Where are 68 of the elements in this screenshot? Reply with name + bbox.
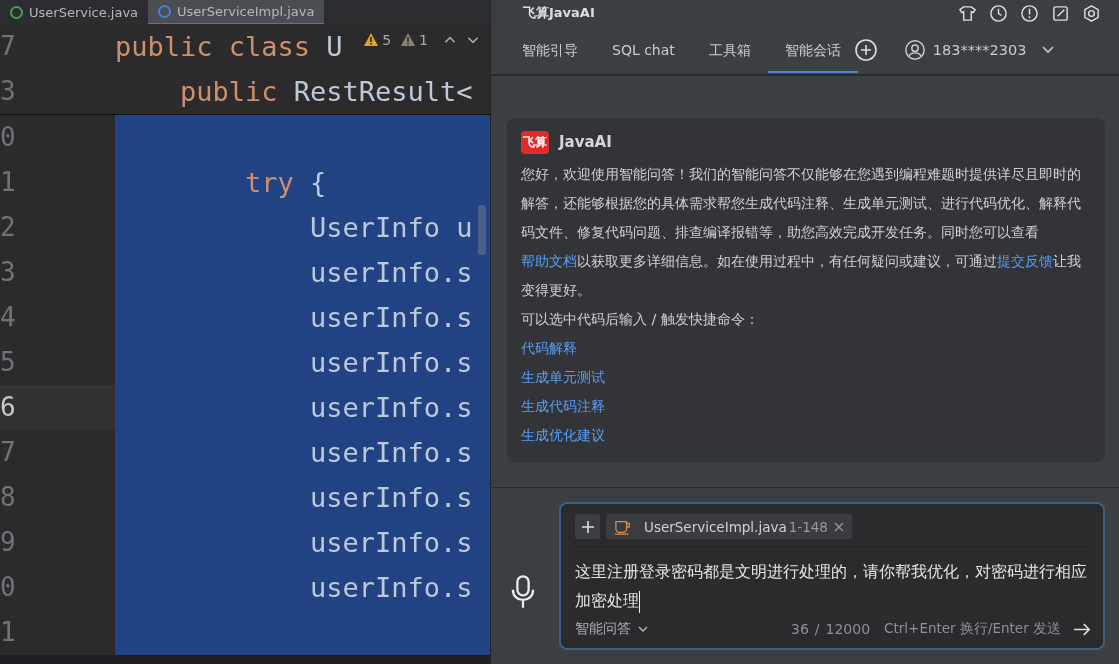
code-line: userInfo.s — [309, 256, 473, 290]
send-arrow-icon[interactable] — [1073, 621, 1091, 637]
character-limit: 12000 — [825, 621, 871, 637]
file-chip[interactable]: UserServiceImpl.java 1-148 — [606, 514, 852, 539]
info-icon[interactable] — [1020, 3, 1039, 23]
command-link[interactable]: 代码解释 — [521, 334, 577, 363]
code-line: userInfo.s — [309, 571, 473, 605]
welcome-message: 您好，欢迎使用智能问答！我们的智能问答不仅能够在您遇到编程难题时提供详尽且即时的解答，还能够根据您的具体需求帮您生成代码注释、生成单元测试、进行代码优化、解释代码文件、修复代码问题、排查编译报错等，助您高效完成开发任务。同时您可以查看 帮助文档以获取更多详细信息。如在使用过程中，有任何疑问或建议，可通过提交反馈让我变得更好。 — [521, 165, 1082, 300]
line-number: 5 — [0, 340, 115, 385]
add-icon[interactable] — [853, 38, 878, 62]
assistant-name: JavaAI — [559, 133, 612, 151]
count-separator: / — [814, 621, 820, 637]
code-line: userInfo.s — [309, 391, 473, 425]
command-link[interactable]: 生成单元测试 — [521, 363, 605, 392]
settings-icon[interactable] — [1082, 3, 1101, 23]
line-number: 1 — [0, 610, 115, 655]
code-line: userInfo.s — [309, 526, 473, 560]
add-button[interactable] — [575, 514, 600, 539]
panel-tab[interactable]: 工具箱 — [691, 27, 768, 73]
line-number: 4 — [0, 295, 115, 340]
command-link[interactable]: 生成代码注释 — [521, 392, 605, 421]
panel-title: 飞算JavaAI — [523, 4, 595, 22]
file-tab[interactable]: UserService.java — [0, 0, 149, 24]
panel-tab[interactable]: SQL chat — [595, 27, 692, 73]
cup-icon — [614, 518, 632, 535]
code-line: userInfo.s — [309, 436, 473, 470]
edit-icon[interactable] — [1051, 3, 1070, 23]
history-icon[interactable] — [989, 3, 1008, 23]
logo: 飞算 — [521, 130, 549, 154]
line-range: 1-148 — [788, 518, 828, 535]
plus-icon — [580, 519, 595, 534]
account-name[interactable]: 183****2303 — [932, 42, 1027, 58]
line-number: 7 — [0, 430, 115, 475]
warning-count: 5 — [382, 32, 392, 48]
line-number: 3 — [0, 250, 115, 295]
line-number: 0 — [0, 115, 115, 160]
file-name: UserServiceImpl.java — [644, 518, 787, 535]
code-line: UserInfo u — [309, 211, 473, 245]
code-line: userInfo.s — [309, 481, 473, 515]
file-tab[interactable]: UserServiceImpl.java — [148, 0, 325, 25]
code-line: public class U — [115, 31, 343, 62]
panel-tab[interactable]: 智能引导 — [505, 27, 595, 73]
shortcut-hint: Ctrl+Enter 换行/Enter 发送 — [884, 620, 1061, 638]
code-line: userInfo.s — [309, 301, 473, 335]
code-line: userInfo.s — [309, 346, 473, 380]
line-number: 2 — [0, 205, 115, 250]
line-number: 9 — [0, 520, 115, 565]
scrollbar-thumb[interactable] — [478, 205, 486, 255]
panel-tab[interactable]: 智能会话 — [767, 27, 858, 73]
line-number: 0 — [0, 565, 115, 610]
warning-count: 1 — [419, 32, 428, 48]
mode-selector[interactable]: 智能问答 — [575, 620, 631, 638]
message-text: 这里注册登录密码都是文明进行处理的，请你帮我优化，对密码进行相应加密处理 — [575, 550, 1091, 620]
line-number: 1 — [0, 160, 115, 205]
link[interactable]: 提交反馈 — [997, 253, 1053, 269]
shirt-icon[interactable] — [958, 3, 977, 23]
character-count: 36 — [790, 621, 809, 637]
microphone-icon[interactable] — [509, 574, 537, 610]
close-icon[interactable] — [833, 521, 844, 532]
line-number: 6 — [0, 385, 115, 430]
chat-input[interactable]: UserServiceImpl.java 1-148 这里注册登录密码都是文明进行处理的，请你帮我优化，对密码进行相应加密处理 智能问答 36 / 12000 Ctrl+Enter 换行/Enter 发送 — [559, 502, 1105, 650]
code-line: try { — [244, 166, 327, 200]
line-number: 8 — [0, 475, 115, 520]
hint-text: 可以选中代码后输入 / 触发快捷命令： — [521, 310, 760, 329]
code-line: public RestResult< — [179, 76, 473, 107]
command-link[interactable]: 生成优化建议 — [521, 421, 605, 450]
user-icon[interactable] — [903, 39, 926, 61]
link[interactable]: 帮助文档 — [521, 253, 577, 269]
